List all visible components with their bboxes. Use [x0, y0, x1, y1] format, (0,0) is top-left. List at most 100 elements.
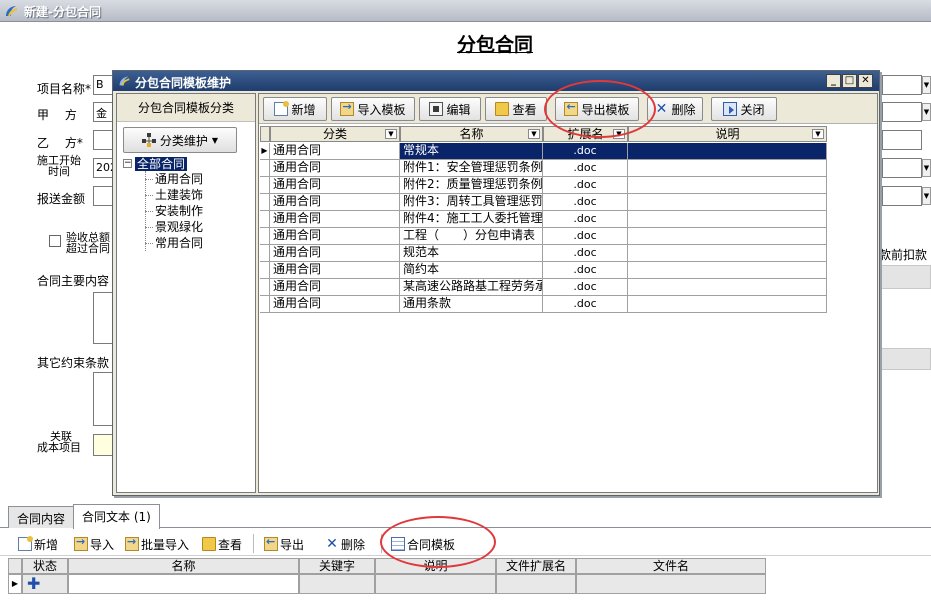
category-maintenance-button[interactable]: 分类维护 ▼ — [123, 127, 237, 153]
tab-contract-content[interactable]: 合同内容 — [8, 506, 75, 528]
grid-cell-ext[interactable]: .doc — [543, 279, 628, 296]
grid-cell-ext[interactable]: .doc — [543, 262, 628, 279]
import-button[interactable]: 导入 — [74, 534, 114, 554]
tab-contract-text[interactable]: 合同文本 (1) — [73, 504, 160, 529]
grid-cell-ext[interactable]: .doc — [543, 245, 628, 262]
right-field-1[interactable] — [882, 75, 922, 95]
grid-cell-name[interactable]: 简约本 — [400, 262, 543, 279]
other-terms-textarea[interactable] — [93, 372, 113, 426]
chevron-down-icon[interactable]: ▼ — [385, 129, 397, 139]
acceptance-checkbox[interactable] — [49, 235, 61, 247]
dialog-delete-button[interactable]: ✕ 删除 — [647, 97, 703, 121]
column-header-name[interactable]: 名称 ▼ — [400, 126, 543, 142]
tree-collapse-icon[interactable]: − — [123, 159, 132, 168]
grid-cell-ext[interactable]: .doc — [543, 228, 628, 245]
grid-cell-name[interactable]: 工程（ ）分包申请表 — [400, 228, 543, 245]
grid-cell-ext[interactable]: .doc — [543, 211, 628, 228]
right-field-4[interactable] — [882, 158, 922, 178]
close-window-button[interactable]: ✕ — [858, 74, 873, 88]
chevron-down-icon[interactable]: ▼ — [922, 187, 931, 205]
contract-template-button[interactable]: 合同模板 — [391, 534, 455, 554]
grid-cell-note[interactable] — [628, 194, 827, 211]
grid-cell-note[interactable] — [628, 143, 827, 160]
grid-cell-ext[interactable]: .doc — [543, 160, 628, 177]
column-header-note[interactable]: 说明 ▼ — [628, 126, 827, 142]
note-cell[interactable] — [375, 574, 496, 594]
column-header[interactable]: 状态 — [22, 558, 68, 574]
party-a-field[interactable]: 金 — [93, 102, 113, 122]
column-header[interactable]: 说明 — [375, 558, 496, 574]
grid-cell-name[interactable]: 通用条款 — [400, 296, 543, 313]
grid-cell-name[interactable]: 附件3：周转工具管理惩罚 — [400, 194, 543, 211]
tree-node[interactable]: 安装制作 — [155, 204, 203, 218]
grid-cell-category[interactable]: 通用合同 — [270, 279, 400, 296]
grid-cell-category[interactable]: 通用合同 — [270, 245, 400, 262]
grid-cell-note[interactable] — [628, 296, 827, 313]
grid-cell-name[interactable]: 附件1：安全管理惩罚条例 — [400, 160, 543, 177]
grid-cell-category[interactable]: 通用合同 — [270, 262, 400, 279]
column-header[interactable]: 关键字 — [299, 558, 375, 574]
chevron-down-icon[interactable]: ▼ — [922, 76, 931, 94]
dialog-close-button[interactable]: 关闭 — [711, 97, 777, 121]
amount-field[interactable] — [93, 186, 113, 206]
grid-cell-note[interactable] — [628, 245, 827, 262]
tree-node-all[interactable]: 全部合同 — [135, 157, 188, 171]
export-template-button[interactable]: 导出模板 — [555, 97, 639, 121]
grid-cell-category[interactable]: 通用合同 — [270, 177, 400, 194]
chevron-down-icon[interactable]: ▼ — [922, 159, 931, 177]
chevron-down-icon[interactable]: ▼ — [613, 129, 625, 139]
grid-cell-category[interactable]: 通用合同 — [270, 296, 400, 313]
chevron-down-icon[interactable]: ▼ — [922, 103, 931, 121]
edit-button[interactable]: 编辑 — [419, 97, 481, 121]
grid-cell-note[interactable] — [628, 177, 827, 194]
grid-cell-category[interactable]: 通用合同 — [270, 143, 400, 160]
column-header-ext[interactable]: 扩展名 ▼ — [543, 126, 628, 142]
party-b-field[interactable] — [93, 130, 113, 150]
tree-node[interactable]: 土建装饰 — [155, 188, 203, 202]
grid-cell-ext[interactable]: .doc — [543, 177, 628, 194]
right-field-2[interactable] — [882, 102, 922, 122]
export-button[interactable]: 导出 — [264, 534, 304, 554]
batch-import-button[interactable]: 批量导入 — [125, 534, 189, 554]
chevron-down-icon[interactable]: ▼ — [528, 129, 540, 139]
grid-cell-category[interactable]: 通用合同 — [270, 160, 400, 177]
start-time-field[interactable]: 202 — [93, 158, 113, 178]
keyword-cell[interactable] — [299, 574, 375, 594]
grid-cell-ext[interactable]: .doc — [543, 143, 628, 160]
column-header[interactable]: 名称 — [68, 558, 299, 574]
project-name-field[interactable]: B — [93, 75, 113, 95]
grid-cell-ext[interactable]: .doc — [543, 194, 628, 211]
grid-cell-category[interactable]: 通用合同 — [270, 194, 400, 211]
tree-node[interactable]: 景观绿化 — [155, 220, 203, 234]
column-header[interactable]: 文件扩展名 — [496, 558, 576, 574]
related-cost-field[interactable] — [93, 434, 113, 456]
right-field-5[interactable] — [882, 186, 922, 206]
filename-cell[interactable] — [576, 574, 766, 594]
grid-cell-ext[interactable]: .doc — [543, 296, 628, 313]
grid-cell-note[interactable] — [628, 160, 827, 177]
minimize-button[interactable]: _ — [826, 74, 841, 88]
grid-cell-note[interactable] — [628, 279, 827, 296]
dialog-new-button[interactable]: 新增 — [263, 97, 327, 121]
view-button[interactable]: 查看 — [202, 534, 242, 554]
tree-node[interactable]: 常用合同 — [155, 236, 203, 250]
chevron-down-icon[interactable]: ▼ — [812, 129, 824, 139]
grid-cell-name[interactable]: 规范本 — [400, 245, 543, 262]
maximize-button[interactable]: □ — [842, 74, 857, 88]
grid-cell-category[interactable]: 通用合同 — [270, 211, 400, 228]
grid-cell-name[interactable]: 附件2：质量管理惩罚条例 — [400, 177, 543, 194]
column-header-category[interactable]: 分类 ▼ — [270, 126, 400, 142]
delete-button[interactable]: ✕ 删除 — [325, 534, 365, 554]
new-button[interactable]: 新增 — [18, 534, 58, 554]
grid-cell-name[interactable]: 常规本 — [400, 143, 543, 160]
tree-node[interactable]: 通用合同 — [155, 172, 203, 186]
right-field-3[interactable] — [882, 130, 922, 150]
dialog-view-button[interactable]: 查看 — [485, 97, 547, 121]
grid-cell-note[interactable] — [628, 262, 827, 279]
grid-cell-name[interactable]: 某高速公路路基工程劳务承 — [400, 279, 543, 296]
main-content-textarea[interactable] — [93, 292, 113, 344]
grid-cell-note[interactable] — [628, 228, 827, 245]
grid-cell-note[interactable] — [628, 211, 827, 228]
ext-cell[interactable] — [496, 574, 576, 594]
name-cell[interactable] — [68, 574, 299, 594]
